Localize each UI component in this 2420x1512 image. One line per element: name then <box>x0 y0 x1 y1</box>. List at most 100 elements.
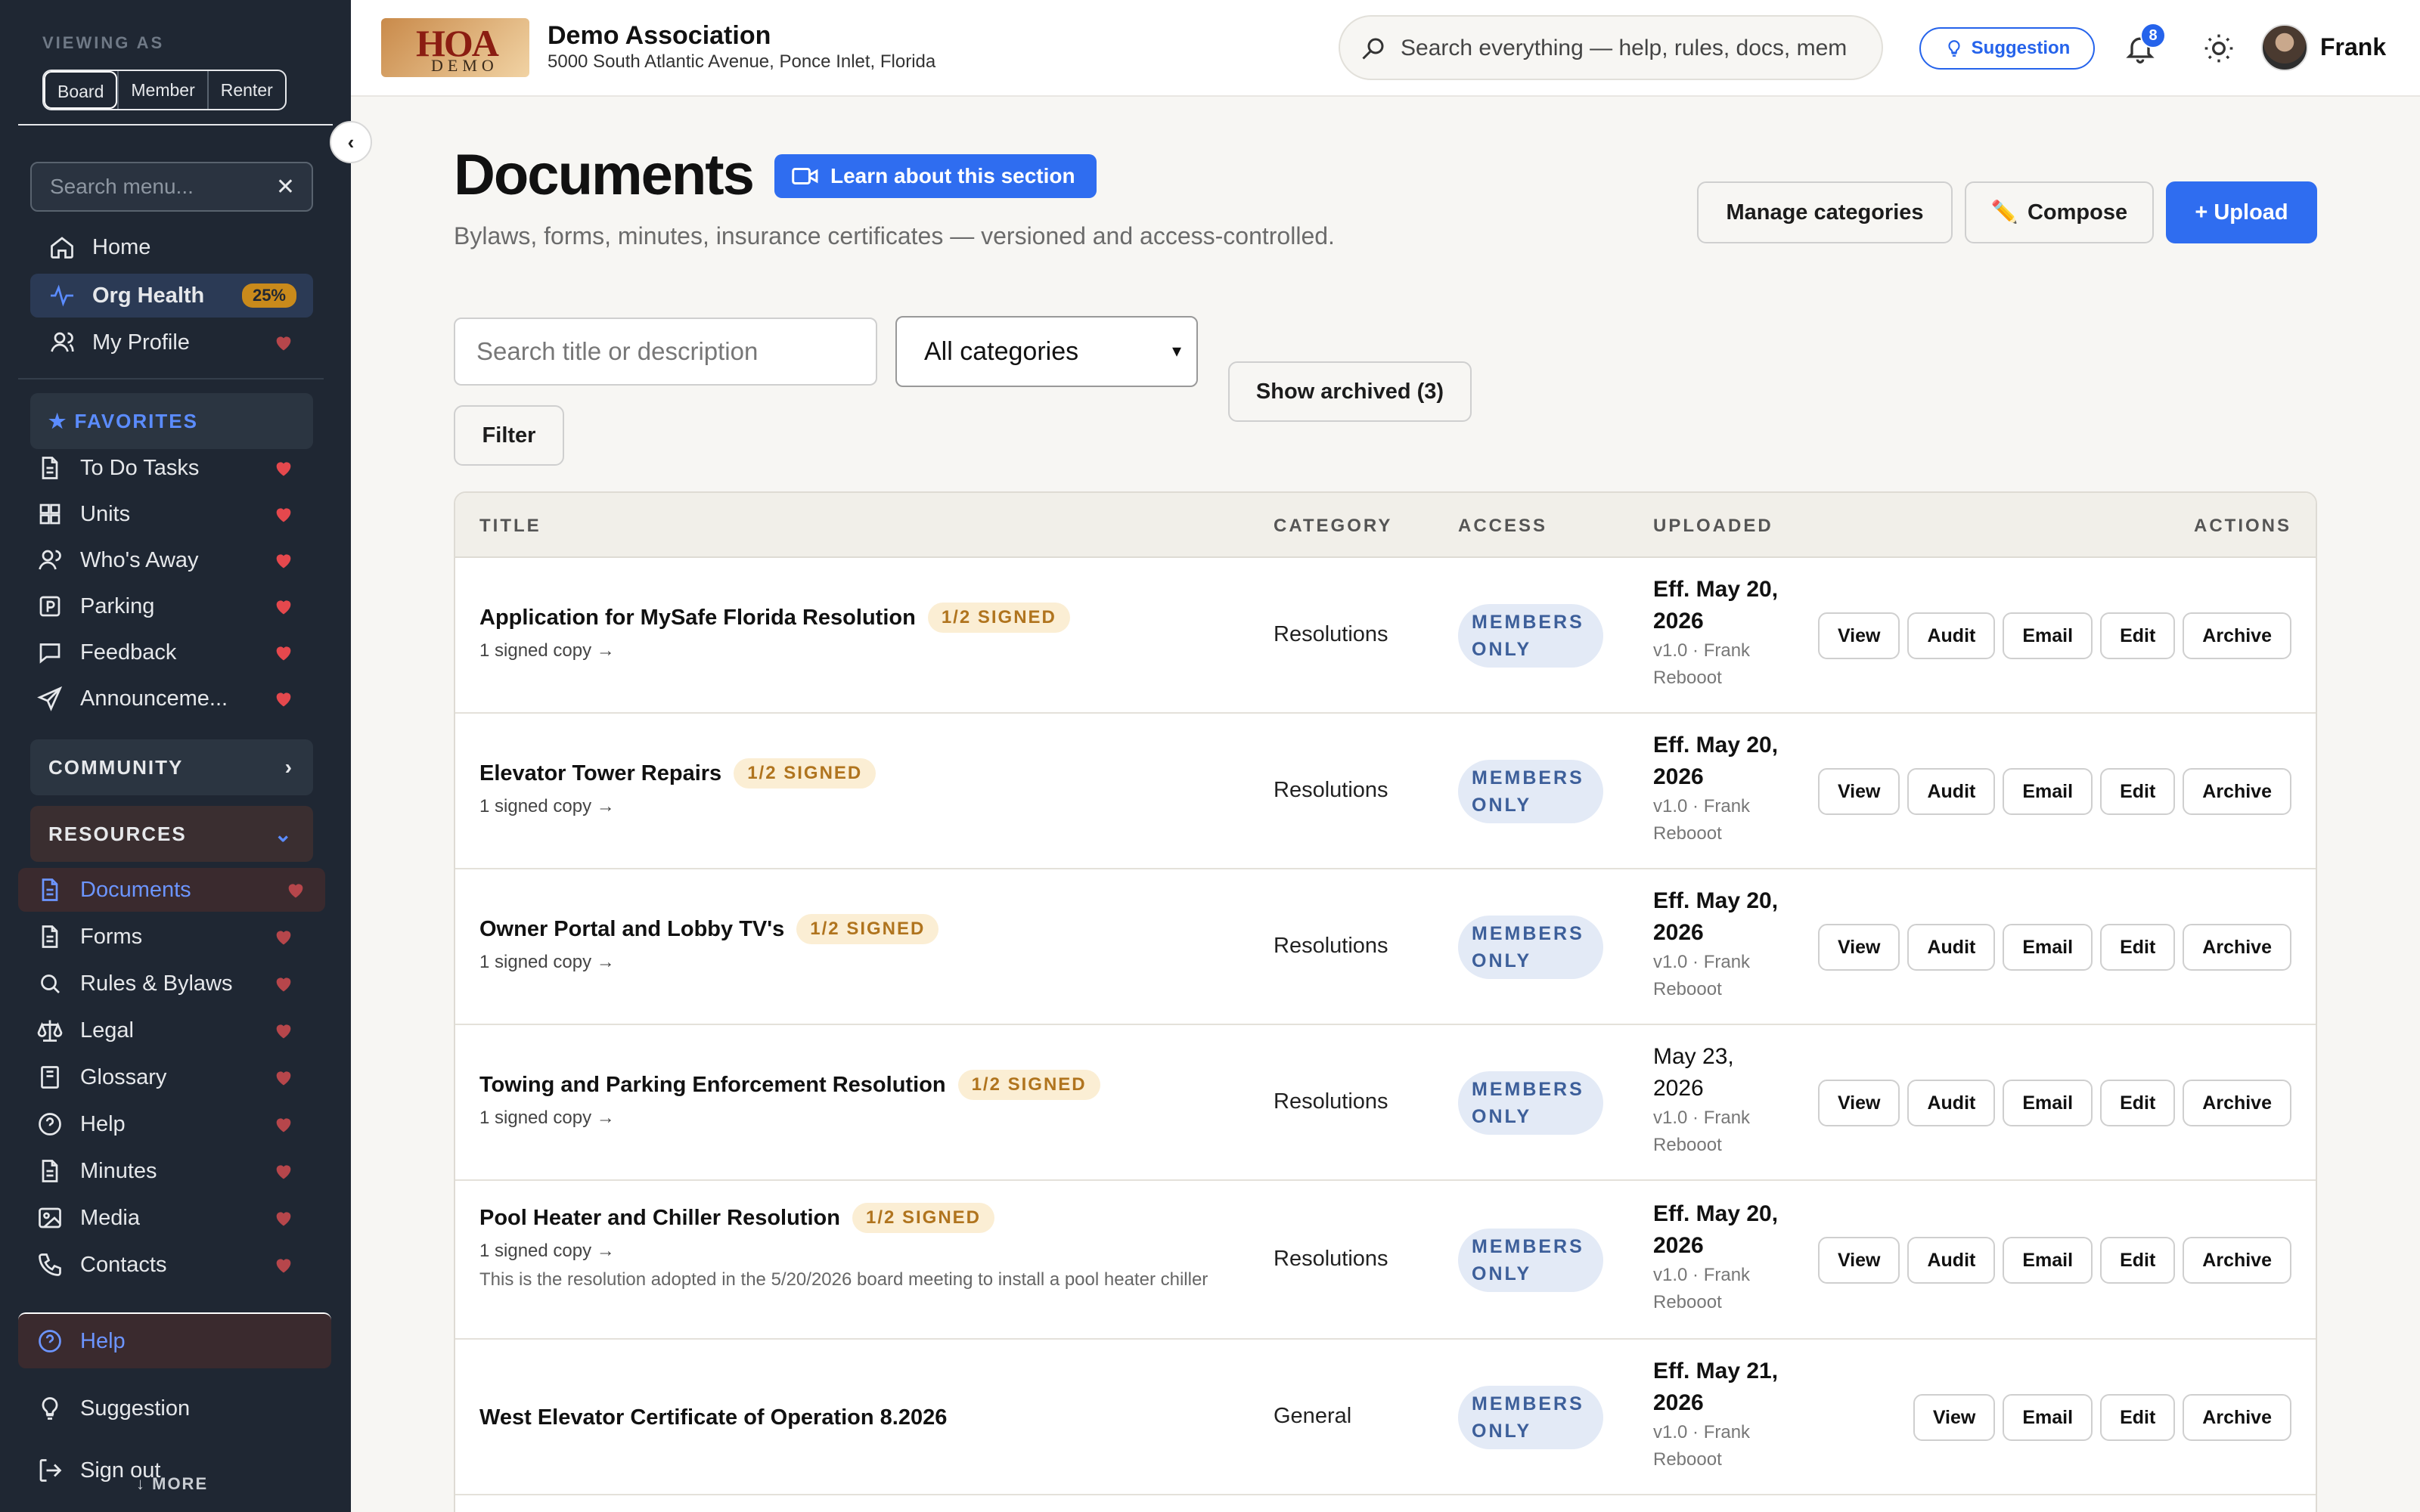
audit-button[interactable]: Audit <box>1907 924 1996 971</box>
nav-item-to-do-tasks[interactable]: To Do Tasks <box>30 446 313 490</box>
nav-item-feedback[interactable]: Feedback <box>30 631 313 674</box>
nav-item-glossary[interactable]: Glossary <box>30 1055 313 1099</box>
email-button[interactable]: Email <box>2003 768 2093 815</box>
heart-icon[interactable] <box>272 972 295 995</box>
document-title[interactable]: Towing and Parking Enforcement Resolutio… <box>479 1070 1100 1100</box>
document-title[interactable]: Elevator Tower Repairs 1/2 SIGNED <box>479 758 876 789</box>
nav-item-parking[interactable]: Parking <box>30 584 313 628</box>
nav-item-contacts[interactable]: Contacts <box>30 1243 313 1287</box>
more-hint[interactable]: ↓ MORE <box>136 1474 208 1494</box>
archive-button[interactable]: Archive <box>2183 1394 2291 1441</box>
heart-icon[interactable] <box>272 1066 295 1089</box>
filter-button[interactable]: Filter <box>454 405 564 466</box>
audit-button[interactable]: Audit <box>1907 1237 1996 1284</box>
edit-button[interactable]: Edit <box>2100 924 2176 971</box>
nav-item-documents[interactable]: Documents <box>18 868 325 912</box>
edit-button[interactable]: Edit <box>2100 612 2176 659</box>
favorites-header[interactable]: ★ FAVORITES <box>30 393 313 449</box>
clear-search-icon[interactable]: ✕ <box>276 174 295 200</box>
heart-icon[interactable] <box>284 878 307 901</box>
category-select[interactable]: All categories ▾ <box>895 316 1198 387</box>
view-button[interactable]: View <box>1817 612 1900 659</box>
heart-icon[interactable] <box>272 331 295 354</box>
signed-copy-link[interactable]: 1 signed copy → <box>479 952 615 973</box>
manage-categories-button[interactable]: Manage categories <box>1697 181 1953 243</box>
heart-icon[interactable] <box>272 1207 295 1229</box>
heart-icon[interactable] <box>272 687 295 710</box>
signed-copy-link[interactable]: 1 signed copy → <box>479 1108 615 1129</box>
archive-button[interactable]: Archive <box>2183 612 2291 659</box>
edit-button[interactable]: Edit <box>2100 768 2176 815</box>
signed-copy-link[interactable]: 1 signed copy → <box>479 1241 615 1262</box>
role-member-button[interactable]: Member <box>117 71 206 109</box>
nav-item-my-profile[interactable]: My Profile <box>30 321 313 364</box>
theme-toggle-icon[interactable] <box>2202 32 2235 65</box>
view-button[interactable]: View <box>1817 924 1900 971</box>
nav-item-rules-bylaws[interactable]: Rules & Bylaws <box>30 962 313 1005</box>
help-button[interactable]: Help <box>18 1312 331 1368</box>
nav-item-home[interactable]: Home <box>30 225 313 269</box>
edit-button[interactable]: Edit <box>2100 1394 2176 1441</box>
email-button[interactable]: Email <box>2003 1237 2093 1284</box>
document-title[interactable]: Application for MySafe Florida Resolutio… <box>479 603 1070 633</box>
menu-search-input[interactable] <box>32 163 274 210</box>
nav-item-help[interactable]: Help <box>30 1102 313 1146</box>
heart-icon[interactable] <box>272 595 295 618</box>
heart-icon[interactable] <box>272 1019 295 1042</box>
email-button[interactable]: Email <box>2003 612 2093 659</box>
audit-button[interactable]: Audit <box>1907 768 1996 815</box>
role-board-button[interactable]: Board <box>44 71 118 109</box>
signed-copy-link[interactable]: 1 signed copy → <box>479 796 615 817</box>
archive-button[interactable]: Archive <box>2183 768 2291 815</box>
edit-button[interactable]: Edit <box>2100 1080 2176 1126</box>
audit-button[interactable]: Audit <box>1907 612 1996 659</box>
signed-copy-link[interactable]: 1 signed copy → <box>479 640 615 662</box>
heart-icon[interactable] <box>272 503 295 525</box>
archive-button[interactable]: Archive <box>2183 1237 2291 1284</box>
community-header[interactable]: COMMUNITY › <box>30 739 313 795</box>
global-search-input[interactable] <box>1401 32 1847 65</box>
document-title[interactable]: West Elevator Certificate of Operation 8… <box>479 1405 947 1430</box>
archive-button[interactable]: Archive <box>2183 924 2291 971</box>
view-button[interactable]: View <box>1817 1237 1900 1284</box>
nav-item-units[interactable]: Units <box>30 492 313 536</box>
nav-item-forms[interactable]: Forms <box>30 915 313 959</box>
heart-icon[interactable] <box>272 925 295 948</box>
column-access[interactable]: ACCESS <box>1458 516 1547 537</box>
document-search-input[interactable] <box>455 319 876 384</box>
heart-icon[interactable] <box>272 641 295 664</box>
avatar[interactable] <box>2261 24 2308 71</box>
upload-button[interactable]: + Upload <box>2166 181 2317 243</box>
nav-item-legal[interactable]: Legal <box>30 1009 313 1052</box>
org-logo[interactable]: HOA DEMO <box>381 18 529 77</box>
document-title[interactable]: Pool Heater and Chiller Resolution 1/2 SI… <box>479 1203 995 1233</box>
user-name[interactable]: Frank <box>2320 33 2386 61</box>
resources-header[interactable]: RESOURCES ⌄ <box>30 806 313 862</box>
heart-icon[interactable] <box>272 549 295 572</box>
column-category[interactable]: CATEGORY <box>1274 516 1392 537</box>
document-title[interactable]: Owner Portal and Lobby TV's 1/2 SIGNED <box>479 914 939 944</box>
heart-icon[interactable] <box>272 1160 295 1182</box>
heart-icon[interactable] <box>272 457 295 479</box>
learn-about-section-button[interactable]: Learn about this section <box>774 154 1097 198</box>
email-button[interactable]: Email <box>2003 1394 2093 1441</box>
role-renter-button[interactable]: Renter <box>206 71 285 109</box>
nav-item-media[interactable]: Media <box>30 1196 313 1240</box>
archive-button[interactable]: Archive <box>2183 1080 2291 1126</box>
column-title[interactable]: TITLE <box>479 516 541 537</box>
collapse-sidebar-button[interactable]: ‹ <box>330 121 372 163</box>
heart-icon[interactable] <box>272 1253 295 1276</box>
column-uploaded[interactable]: UPLOADED <box>1653 516 1773 537</box>
show-archived-button[interactable]: Show archived (3) <box>1228 361 1472 422</box>
view-button[interactable]: View <box>1913 1394 1996 1441</box>
edit-button[interactable]: Edit <box>2100 1237 2176 1284</box>
view-button[interactable]: View <box>1817 1080 1900 1126</box>
nav-item-who-s-away[interactable]: Who's Away <box>30 538 313 582</box>
email-button[interactable]: Email <box>2003 924 2093 971</box>
view-button[interactable]: View <box>1817 768 1900 815</box>
audit-button[interactable]: Audit <box>1907 1080 1996 1126</box>
email-button[interactable]: Email <box>2003 1080 2093 1126</box>
nav-item-announceme[interactable]: Announceme... <box>30 677 313 720</box>
nav-item-minutes[interactable]: Minutes <box>30 1149 313 1193</box>
suggestion-link[interactable]: Suggestion <box>18 1387 301 1430</box>
